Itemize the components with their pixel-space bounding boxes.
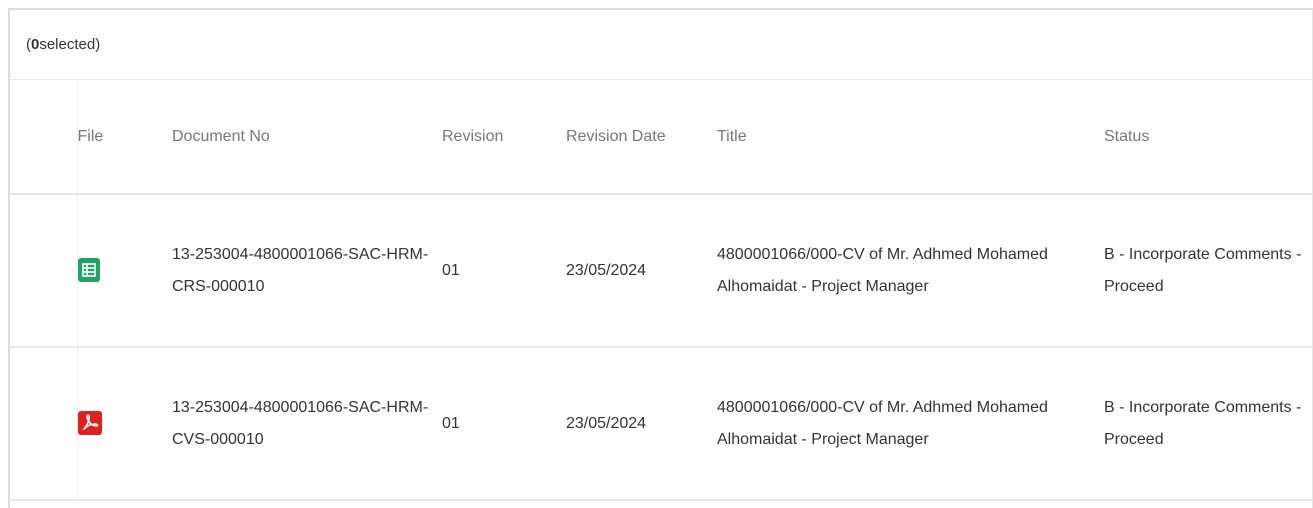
revision-cell: 01	[442, 194, 566, 348]
document-list-panel: (0 selected) File Document No Revision R…	[8, 8, 1313, 508]
column-header-document-no[interactable]: Document No	[172, 80, 442, 195]
row-select-cell[interactable]	[10, 194, 78, 348]
selection-suffix: selected)	[39, 36, 101, 53]
status-cell: B - Incorporate Comments - Proceed	[1104, 194, 1313, 348]
document-no-cell: 13-253004-4800001066-SAC-HRM-CRS-000010	[172, 194, 442, 348]
column-header-revision[interactable]: Revision	[442, 80, 566, 195]
checkbox-column-header	[10, 80, 78, 195]
column-header-revision-date[interactable]: Revision Date	[566, 80, 717, 195]
file-cell[interactable]	[77, 347, 172, 501]
table-row[interactable]: 13-253004-4800001066-SAC-HRM-CVS-000010 …	[10, 347, 1313, 501]
revision-cell: 01	[442, 347, 566, 501]
table-row[interactable]: 13-253004-4800001066-SAC-HRM-CRS-000010 …	[10, 194, 1313, 348]
title-cell: 4800001066/000-CV of Mr. Adhmed Mohamed …	[717, 347, 1104, 501]
selected-count: 0	[31, 36, 40, 53]
row-select-cell[interactable]	[10, 347, 78, 501]
revision-date-cell: 23/05/2024	[566, 194, 717, 348]
revision-date-cell: 23/05/2024	[566, 347, 717, 501]
spreadsheet-icon[interactable]	[77, 258, 100, 283]
table-header-row: File Document No Revision Revision Date …	[10, 80, 1313, 195]
status-cell: B - Incorporate Comments - Proceed	[1104, 347, 1313, 501]
document-no-cell: 13-253004-4800001066-SAC-HRM-CVS-000010	[172, 347, 442, 501]
file-cell[interactable]	[77, 194, 172, 348]
pdf-icon[interactable]	[77, 411, 102, 436]
column-header-title[interactable]: Title	[717, 80, 1104, 195]
documents-table: File Document No Revision Revision Date …	[10, 80, 1313, 501]
column-header-status[interactable]: Status	[1104, 80, 1313, 195]
column-header-file[interactable]: File	[77, 80, 172, 195]
selection-count: (0 selected)	[10, 10, 1312, 80]
title-cell: 4800001066/000-CV of Mr. Adhmed Mohamed …	[717, 194, 1104, 348]
